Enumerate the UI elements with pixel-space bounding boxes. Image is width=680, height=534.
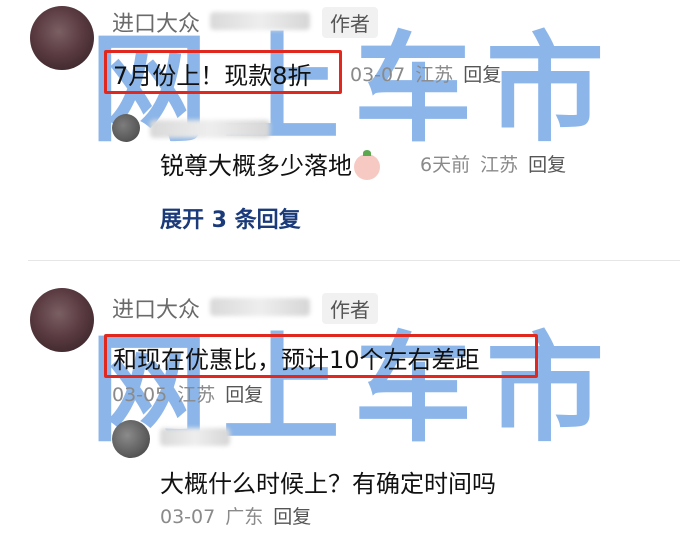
- username[interactable]: 进口大众: [112, 292, 200, 324]
- comment-text: 7月份上！现款8折: [113, 62, 312, 90]
- reply-username-blurred: [150, 120, 270, 138]
- reply-username-blurred: [160, 428, 230, 446]
- reply-text: 大概什么时候上？有确定时间吗: [160, 470, 496, 498]
- username-blurred: [210, 12, 310, 30]
- comment-date: 03-05: [112, 384, 168, 406]
- reply-avatar[interactable]: [112, 114, 140, 142]
- comment-text: 和现在优惠比，预计10个左右差距: [113, 346, 480, 374]
- username[interactable]: 进口大众: [112, 6, 200, 38]
- comment-location: 江苏: [415, 64, 454, 86]
- expand-replies-link[interactable]: 展开 3 条回复: [160, 202, 301, 234]
- reply-location: 江苏: [480, 154, 519, 176]
- comment-meta: 03-07 江苏 回复: [350, 60, 511, 87]
- username-blurred: [210, 298, 310, 316]
- reply-date: 03-07: [160, 506, 216, 528]
- reply-meta: 03-07 广东 回复: [160, 502, 321, 529]
- comment-meta: 03-05 江苏 回复: [112, 380, 273, 407]
- reply-text: 锐尊大概多少落地: [160, 146, 380, 181]
- divider: [28, 260, 680, 261]
- reply-time: 6天前: [420, 154, 471, 176]
- reply-reply-button[interactable]: 回复: [528, 154, 566, 176]
- reply-button[interactable]: 回复: [463, 64, 501, 86]
- reply-meta: 6天前 江苏 回复: [420, 150, 576, 177]
- author-badge: 作者: [322, 7, 378, 38]
- comment-date: 03-07: [350, 64, 406, 86]
- reply-text-label: 锐尊大概多少落地: [160, 152, 352, 180]
- reply-location: 广东: [225, 506, 264, 528]
- peach-emoji-icon: [354, 150, 380, 180]
- comment-location: 江苏: [177, 384, 216, 406]
- reply-button[interactable]: 回复: [225, 384, 263, 406]
- avatar[interactable]: [30, 288, 94, 352]
- reply-reply-button[interactable]: 回复: [273, 506, 311, 528]
- author-badge: 作者: [322, 293, 378, 324]
- reply-avatar[interactable]: [112, 420, 150, 458]
- avatar[interactable]: [30, 6, 94, 70]
